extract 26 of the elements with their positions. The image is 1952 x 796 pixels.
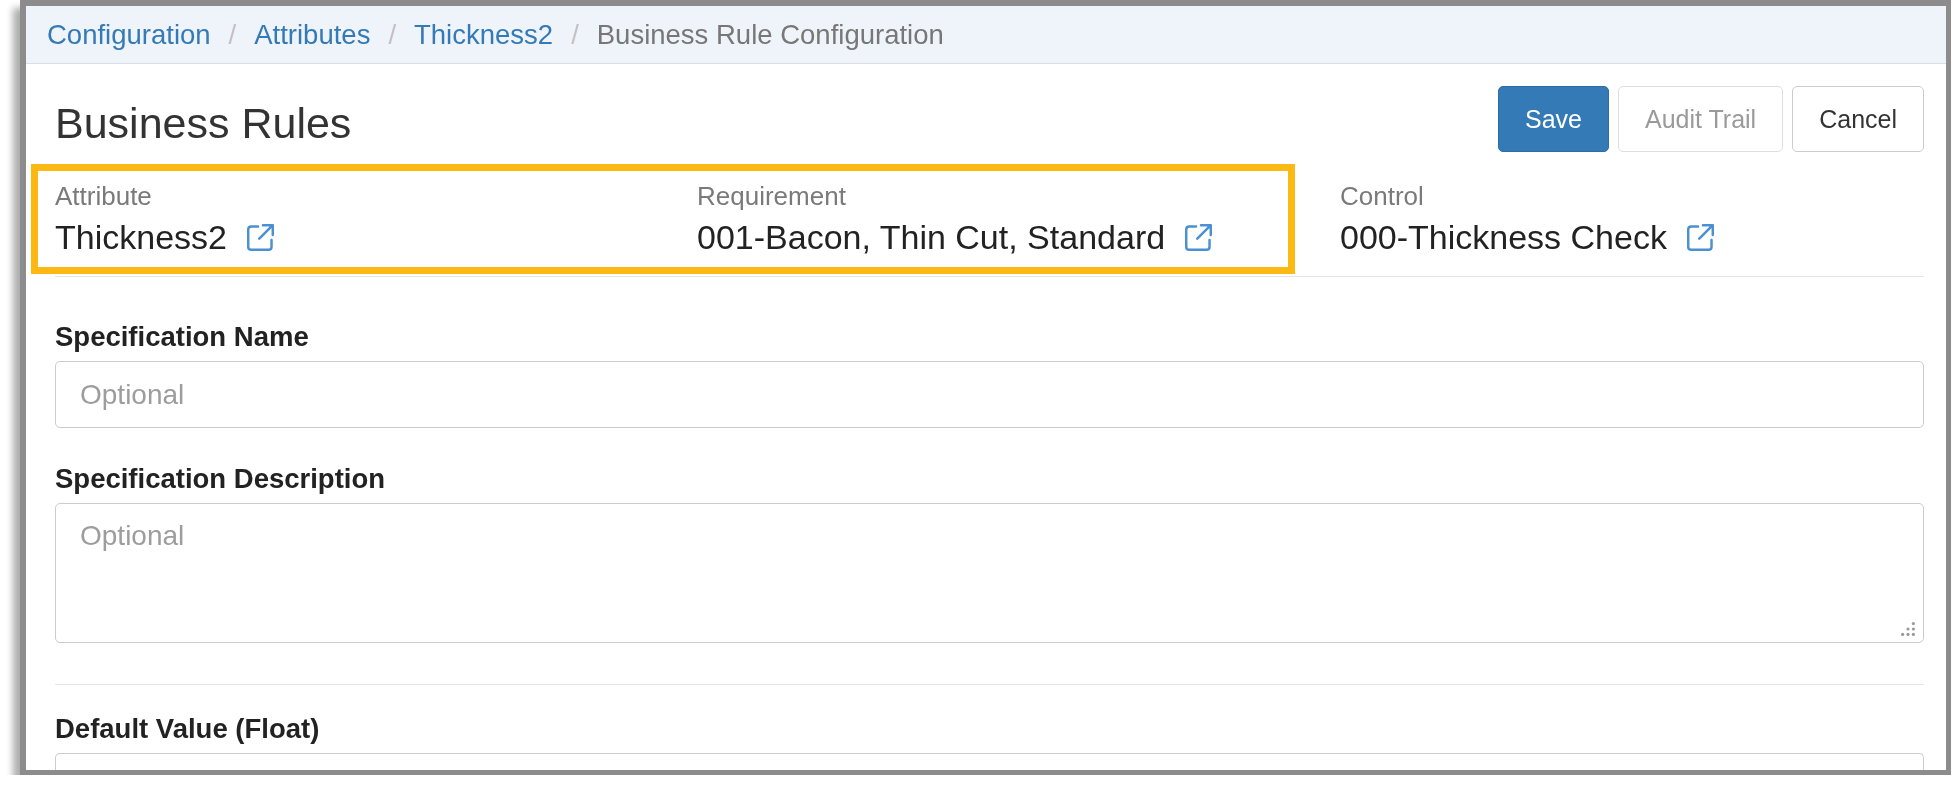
breadcrumb-current: Business Rule Configuration	[596, 17, 944, 52]
external-link-icon[interactable]	[246, 223, 274, 251]
external-link-icon[interactable]	[1686, 223, 1714, 251]
breadcrumb-separator: /	[387, 17, 398, 52]
input-field[interactable]: Optional	[55, 361, 1924, 428]
cancel-button[interactable]: Cancel	[1792, 86, 1924, 152]
breadcrumb-separator: /	[227, 17, 238, 52]
attribute-value: Thickness2	[55, 217, 227, 257]
breadcrumb-link[interactable]: Configuration	[47, 17, 211, 52]
control-value: 000-Thickness Check	[1340, 217, 1667, 257]
control-label: Control	[1340, 180, 1424, 212]
breadcrumb-separator: /	[570, 17, 580, 52]
attribute-label: Attribute	[55, 180, 152, 212]
field-label: Specification Name	[55, 322, 309, 352]
external-link-icon[interactable]	[1185, 223, 1213, 251]
breadcrumb-link[interactable]: Thickness2	[414, 17, 554, 52]
save-button[interactable]: Save	[1498, 86, 1609, 152]
field-label: Default Value (Float)	[55, 714, 320, 744]
requirement-label: Requirement	[697, 180, 846, 212]
field-label: Specification Description	[55, 464, 386, 494]
breadcrumb-link[interactable]: Attributes	[254, 17, 371, 52]
page-title: Business Rules	[55, 98, 352, 148]
textarea-field[interactable]: Optional	[55, 503, 1924, 643]
resize-grip-icon[interactable]	[1900, 621, 1916, 637]
requirement-value: 001-Bacon, Thin Cut, Standard	[697, 217, 1166, 257]
input-field[interactable]	[55, 753, 1924, 770]
